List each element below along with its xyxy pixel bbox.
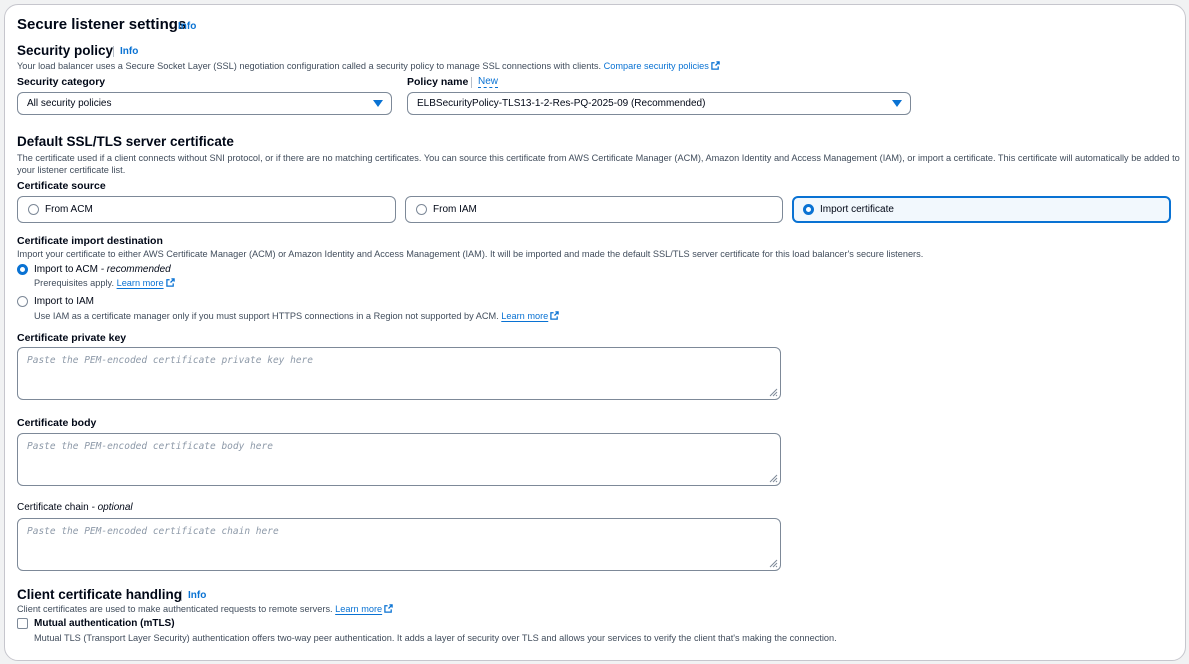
from-iam-radio[interactable] (416, 204, 427, 215)
client-cert-info-link[interactable]: Info (188, 590, 206, 601)
security-policy-info-link[interactable]: Info (120, 46, 138, 57)
iam-desc-text: Use IAM as a certificate manager only if… (34, 311, 499, 321)
caret-down-icon (373, 100, 383, 107)
acm-label-text: Import to ACM (34, 264, 98, 275)
source-from-acm-tile[interactable]: From ACM (17, 196, 396, 223)
policy-new-badge[interactable]: New (478, 76, 499, 88)
from-iam-label: From IAM (433, 204, 477, 215)
client-cert-learn-more-text: Learn more (335, 604, 383, 614)
mtls-option[interactable]: Mutual authentication (mTLS) (17, 618, 175, 629)
chain-label-text: Certificate chain (17, 502, 89, 513)
security-policy-description-text: Your load balancer uses a Secure Socket … (17, 61, 602, 71)
private-key-placeholder: Paste the PEM-encoded certificate privat… (27, 355, 313, 366)
mtls-checkbox[interactable] (17, 618, 28, 629)
security-category-select[interactable]: All security policies (17, 92, 392, 115)
separator (471, 77, 472, 88)
iam-learn-more-text: Learn more (501, 311, 549, 321)
client-cert-description: Client certificates are used to make aut… (17, 603, 393, 615)
chain-optional-text: - optional (91, 502, 133, 513)
header-info-link[interactable]: Info (178, 21, 196, 32)
resize-grip-icon[interactable] (769, 388, 778, 397)
iam-learn-more-link[interactable]: Learn more (501, 311, 548, 321)
import-to-acm-label: Import to ACM - recommended (34, 264, 171, 275)
source-from-iam-tile[interactable]: From IAM (405, 196, 783, 223)
caret-down-icon (892, 100, 902, 107)
chain-label: Certificate chain - optional (17, 502, 133, 513)
security-policy-title: Security policy (17, 43, 114, 58)
import-to-iam-description: Use IAM as a certificate manager only if… (34, 310, 559, 322)
external-link-icon (384, 604, 393, 613)
body-label: Certificate body (17, 417, 97, 429)
default-cert-title: Default SSL/TLS server certificate (17, 134, 234, 149)
chain-textarea[interactable]: Paste the PEM-encoded certificate chain … (17, 518, 781, 571)
acm-learn-more-link[interactable]: Learn more (117, 278, 164, 288)
mtls-label: Mutual authentication (mTLS) (34, 618, 175, 629)
policy-name-select[interactable]: ELBSecurityPolicy-TLS13-1-2-Res-PQ-2025-… (407, 92, 911, 115)
default-cert-description-1: The certificate used if a client connect… (17, 153, 1180, 163)
import-to-acm-option[interactable]: Import to ACM - recommended (17, 264, 171, 275)
private-key-textarea[interactable]: Paste the PEM-encoded certificate privat… (17, 347, 781, 400)
body-textarea[interactable]: Paste the PEM-encoded certificate body h… (17, 433, 781, 486)
security-category-label: Security category (17, 76, 106, 88)
import-to-iam-option[interactable]: Import to IAM (17, 296, 94, 307)
compare-security-policies-link[interactable]: Compare security policies (604, 61, 720, 71)
security-policy-description: Your load balancer uses a Secure Socket … (17, 60, 720, 72)
acm-learn-more-text: Learn more (116, 278, 164, 288)
separator (113, 46, 114, 57)
source-import-certificate-tile[interactable]: Import certificate (792, 196, 1171, 223)
certificate-source-label: Certificate source (17, 180, 106, 192)
external-link-icon (711, 61, 720, 70)
compare-link-text: Compare security policies (603, 61, 709, 71)
acm-desc-text: Prerequisites apply. (34, 278, 115, 288)
import-destination-description: Import your certificate to either AWS Ce… (17, 249, 924, 259)
from-acm-label: From ACM (45, 204, 93, 215)
import-destination-label: Certificate import destination (17, 235, 163, 247)
import-to-iam-label: Import to IAM (34, 296, 95, 307)
mtls-description: Mutual TLS (Transport Layer Security) au… (34, 633, 837, 643)
page-title: Secure listener settings (17, 16, 187, 33)
import-to-iam-radio[interactable] (17, 296, 28, 307)
import-to-acm-radio[interactable] (17, 264, 28, 275)
client-cert-learn-more-link[interactable]: Learn more (335, 604, 382, 614)
import-to-acm-description: Prerequisites apply. Learn more (34, 277, 175, 289)
resize-grip-icon[interactable] (769, 474, 778, 483)
resize-grip-icon[interactable] (769, 559, 778, 568)
body-placeholder: Paste the PEM-encoded certificate body h… (27, 441, 273, 452)
security-category-value: All security policies (27, 98, 112, 109)
client-cert-title: Client certificate handling (17, 587, 183, 602)
import-certificate-label: Import certificate (820, 204, 894, 215)
policy-name-value: ELBSecurityPolicy-TLS13-1-2-Res-PQ-2025-… (417, 98, 706, 109)
chain-placeholder: Paste the PEM-encoded certificate chain … (27, 526, 279, 537)
acm-recommended-text: - recommended (100, 264, 171, 275)
private-key-label: Certificate private key (17, 332, 127, 344)
external-link-icon (550, 311, 559, 320)
policy-name-label: Policy name (407, 76, 469, 88)
default-cert-description-2: your listener certificate list. (17, 165, 126, 175)
from-acm-radio[interactable] (28, 204, 39, 215)
import-certificate-radio[interactable] (803, 204, 814, 215)
external-link-icon (165, 278, 175, 287)
separator (181, 590, 182, 601)
client-cert-desc-text: Client certificates are used to make aut… (17, 604, 333, 614)
